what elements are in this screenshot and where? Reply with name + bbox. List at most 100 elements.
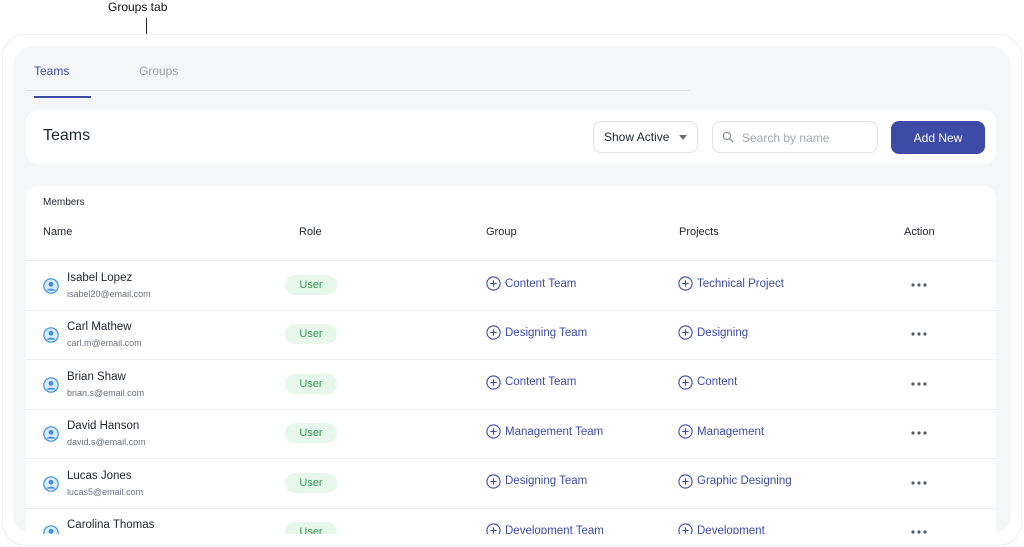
role-badge: User (285, 275, 337, 295)
status-filter-value: Show Active (604, 130, 670, 144)
plus-circle-icon (486, 276, 501, 291)
more-actions-button[interactable] (907, 376, 931, 392)
member-name: Carolina Thomas (67, 519, 155, 531)
project-link[interactable]: Designing (678, 325, 749, 341)
tab-groups-label: Groups (139, 64, 179, 78)
search-icon (722, 131, 734, 143)
project-link[interactable]: Technical Project (678, 276, 784, 291)
group-name: Designing Team (505, 475, 588, 488)
group-link[interactable]: Content Team (486, 375, 576, 390)
table-header: Name Role Group Projects Action (26, 222, 996, 261)
add-new-button[interactable]: Add New (891, 121, 985, 154)
table-row: Isabel Lopez isabel20@email.com User Conten… (26, 261, 996, 311)
project-name: Designing (697, 326, 749, 339)
project-name: Graphic Designing (697, 475, 792, 488)
members-table: Members Name Role Group Projects Action … (26, 186, 996, 534)
status-filter-dropdown[interactable]: Show Active (593, 121, 698, 153)
project-link[interactable]: Content (678, 375, 737, 390)
project-link[interactable]: Management (678, 424, 764, 439)
plus-circle-icon (678, 375, 693, 390)
member-email: isabel20@email.com (67, 289, 151, 299)
tab-teams[interactable]: Teams (34, 64, 91, 98)
tab-bar: Teams Groups (26, 56, 690, 98)
column-header-action: Action (904, 226, 935, 238)
plus-circle-icon (486, 473, 501, 489)
avatar (43, 376, 59, 393)
role-badge: User (285, 423, 337, 444)
table-row: Brian Shaw brian.s@email.com User Content T… (26, 360, 996, 410)
table-caption: Members (43, 197, 85, 208)
page-title: Teams (43, 127, 91, 144)
more-horizontal-icon (907, 376, 931, 392)
group-name: Management Team (505, 425, 604, 438)
avatar (43, 327, 59, 344)
table-row: David Hanson david.s@email.com User Managem… (26, 409, 996, 460)
more-horizontal-icon (907, 326, 931, 342)
avatar (43, 278, 59, 294)
plus-circle-icon (486, 523, 501, 534)
groups-tab-annotation: Groups tab (108, 0, 168, 14)
member-name: Isabel Lopez (67, 272, 133, 284)
role-badge: User (285, 324, 337, 345)
project-name: Content (697, 376, 738, 389)
group-link[interactable]: Designing Team (486, 325, 588, 341)
more-horizontal-icon (907, 524, 931, 534)
more-actions-button[interactable] (907, 425, 931, 441)
more-actions-button[interactable] (907, 326, 931, 342)
more-actions-button[interactable] (907, 475, 931, 491)
group-name: Content Team (505, 376, 577, 389)
plus-circle-icon (678, 424, 693, 439)
avatar (43, 475, 59, 492)
group-link[interactable]: Designing Team (486, 473, 588, 489)
tab-teams-label: Teams (34, 64, 70, 78)
plus-circle-icon (486, 325, 501, 341)
member-name: Brian Shaw (67, 370, 126, 383)
plus-circle-icon (678, 276, 693, 291)
plus-circle-icon (678, 473, 693, 489)
role-badge: User (285, 472, 337, 493)
column-header-group: Group (486, 226, 517, 238)
more-horizontal-icon (907, 425, 931, 441)
member-email: david.s@email.com (67, 437, 146, 448)
role-badge: User (285, 373, 337, 394)
search-input[interactable] (740, 128, 874, 148)
avatar (43, 525, 59, 534)
group-name: Development Team (505, 524, 604, 535)
more-horizontal-icon (907, 475, 931, 491)
role-badge: User (285, 522, 337, 534)
member-email: lucas5@email.com (67, 486, 144, 497)
more-actions-button[interactable] (907, 524, 931, 534)
active-tab-indicator (34, 96, 91, 98)
member-name: Lucas Jones (67, 469, 132, 482)
avatar (43, 426, 59, 442)
group-link[interactable]: Content Team (486, 276, 576, 291)
plus-circle-icon (678, 325, 693, 341)
project-link[interactable]: Graphic Designing (678, 473, 792, 489)
group-name: Content Team (505, 277, 577, 290)
project-link[interactable]: Development (678, 523, 765, 534)
plus-circle-icon (486, 375, 501, 390)
plus-circle-icon (486, 424, 501, 439)
column-header-name: Name (43, 226, 73, 238)
group-link[interactable]: Development Team (486, 523, 604, 534)
table-row: Lucas Jones lucas5@email.com User Designing… (26, 459, 996, 509)
main-panel: Teams Groups Teams Show Active Add New M… (13, 46, 1011, 534)
group-name: Designing Team (505, 326, 588, 339)
project-name: Management (697, 425, 765, 438)
project-name: Technical Project (697, 277, 784, 290)
column-header-projects: Projects (679, 226, 719, 238)
member-email: carl.m@email.com (67, 338, 142, 349)
more-horizontal-icon (907, 277, 931, 293)
column-header-role: Role (299, 226, 322, 238)
table-row: Carolina Thomas User Development Team Devel… (26, 508, 996, 534)
member-name: David Hanson (67, 420, 140, 433)
more-actions-button[interactable] (907, 277, 931, 293)
tab-groups[interactable]: Groups (139, 64, 178, 78)
group-link[interactable]: Management Team (486, 424, 603, 439)
chevron-down-icon (679, 135, 687, 140)
table-row: Carl Mathew carl.m@email.com User Designing… (26, 310, 996, 361)
member-email: brian.s@email.com (67, 387, 145, 398)
search-box[interactable] (712, 121, 878, 153)
toolbar: Teams Show Active Add New (26, 110, 996, 164)
plus-circle-icon (678, 523, 693, 534)
